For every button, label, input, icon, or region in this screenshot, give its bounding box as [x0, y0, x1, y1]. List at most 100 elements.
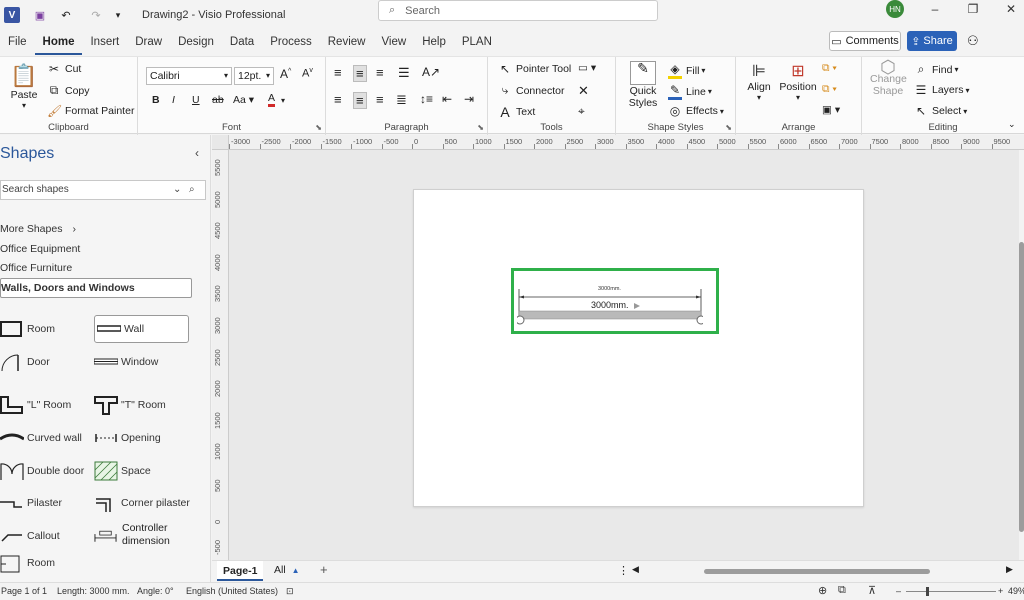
- fit-page-icon[interactable]: ⊕: [818, 584, 827, 597]
- underline-button[interactable]: U: [192, 94, 200, 106]
- stencil-office-equipment[interactable]: Office Equipment: [0, 243, 80, 255]
- connector-button[interactable]: ⤷ Connector: [498, 83, 565, 98]
- search-shapes-input[interactable]: Search shapes ⌄ ⌕: [0, 180, 206, 200]
- change-shape-button[interactable]: ⬡ Change Shape: [870, 58, 907, 97]
- zoom-slider-thumb[interactable]: [926, 587, 929, 596]
- collapse-pane-icon[interactable]: ‹: [195, 146, 199, 160]
- drawing-page[interactable]: [413, 189, 864, 507]
- more-options-icon[interactable]: ⋮: [618, 564, 629, 577]
- bold-button[interactable]: B: [152, 94, 160, 106]
- all-pages-button[interactable]: All ▲: [274, 564, 300, 576]
- tab-data[interactable]: Data: [222, 31, 262, 55]
- tab-help[interactable]: Help: [414, 31, 454, 55]
- select-button[interactable]: ↖ Select ▾: [914, 104, 967, 118]
- add-page-button[interactable]: +: [320, 562, 328, 577]
- position-button[interactable]: ⊞ Position ▾: [778, 61, 818, 102]
- format-painter-button[interactable]: 🖌 Format Painter: [47, 104, 134, 118]
- align-left-button[interactable]: ≡: [334, 92, 342, 107]
- tab-file[interactable]: File: [0, 31, 35, 55]
- zoom-out-icon[interactable]: –: [896, 586, 901, 596]
- zoom-in-icon[interactable]: +: [998, 586, 1003, 596]
- avatar[interactable]: HN: [886, 0, 904, 18]
- shape-room-2[interactable]: Room: [0, 549, 90, 577]
- line-button[interactable]: ✎ Line ▾: [668, 83, 712, 100]
- undo-icon[interactable]: ↶: [58, 7, 74, 23]
- strikethrough-button[interactable]: ab: [212, 94, 224, 106]
- increase-indent-button[interactable]: ⇥: [464, 92, 474, 106]
- italic-button[interactable]: I: [172, 94, 175, 106]
- tab-plan[interactable]: PLAN: [454, 31, 500, 55]
- paste-button[interactable]: 📋 Paste ▾: [10, 63, 38, 110]
- coauthor-icon[interactable]: ⚇: [967, 33, 979, 49]
- text-direction-button[interactable]: A↗: [422, 65, 440, 79]
- shape-t-room[interactable]: "T" Room: [94, 391, 189, 419]
- align-top-button[interactable]: ≡: [334, 65, 342, 80]
- shape-double-door[interactable]: Double door: [0, 457, 90, 485]
- shape-pilaster[interactable]: Pilaster: [0, 489, 90, 517]
- shrink-font-button[interactable]: Av: [302, 67, 313, 80]
- copy-button[interactable]: ⧉ Copy: [47, 83, 90, 98]
- change-case-button[interactable]: Aa ▾: [233, 94, 254, 106]
- shape-wall[interactable]: Wall: [94, 315, 189, 343]
- align-right-button[interactable]: ≡: [376, 92, 384, 107]
- bullets-button[interactable]: ☰: [398, 65, 410, 81]
- shape-corner-pilaster[interactable]: Corner pilaster: [94, 489, 194, 517]
- horizontal-scrollbar[interactable]: ◀ ▶: [632, 564, 1014, 576]
- fill-button[interactable]: ◈ Fill ▾: [668, 62, 705, 79]
- chevron-down-icon[interactable]: ⌄: [173, 181, 181, 199]
- restore-button[interactable]: ❐: [958, 0, 988, 18]
- tab-insert[interactable]: Insert: [82, 31, 127, 55]
- presentation-mode-icon[interactable]: ⊼: [868, 584, 876, 597]
- font-color-button[interactable]: A ▾: [268, 93, 285, 107]
- tab-view[interactable]: View: [373, 31, 414, 55]
- align-middle-button[interactable]: ≡: [353, 65, 367, 82]
- scroll-thumb[interactable]: [1019, 242, 1024, 532]
- effects-button[interactable]: ◎ Effects ▾: [668, 104, 724, 118]
- line-spacing-button[interactable]: ↕≡: [420, 92, 433, 106]
- find-button[interactable]: ⌕ Find ▾: [914, 62, 959, 77]
- layers-button[interactable]: ☰ Layers ▾: [914, 83, 970, 97]
- shape-controller-dimension-icon-holder[interactable]: [94, 522, 120, 550]
- search-icon[interactable]: ⌕: [189, 181, 195, 199]
- customize-quick-access-icon[interactable]: ▾: [110, 7, 126, 23]
- comments-button[interactable]: ▭ Comments: [829, 31, 901, 51]
- tab-design[interactable]: Design: [170, 31, 222, 55]
- group-button[interactable]: ▣ ▾: [822, 104, 840, 116]
- more-shapes[interactable]: More Shapes ›: [0, 223, 76, 235]
- delete-connector-button[interactable]: ✕: [578, 83, 589, 99]
- tab-home[interactable]: Home: [34, 31, 83, 55]
- stencil-walls-doors-windows[interactable]: Walls, Doors and Windows: [0, 278, 192, 298]
- send-backward-button[interactable]: ⧉ ▾: [822, 83, 837, 96]
- shape-door[interactable]: Door: [0, 348, 85, 376]
- shape-room[interactable]: Room: [0, 315, 85, 343]
- tab-process[interactable]: Process: [262, 31, 320, 55]
- cut-button[interactable]: ✂ Cut: [47, 62, 81, 76]
- switch-windows-icon[interactable]: ⧉: [838, 584, 846, 597]
- search-input[interactable]: ⌕ Search: [378, 0, 658, 21]
- align-bottom-button[interactable]: ≡: [376, 65, 384, 80]
- pointer-tool-button[interactable]: ↖ Pointer Tool: [498, 62, 571, 76]
- save-icon[interactable]: ▣: [32, 7, 48, 23]
- stencil-office-furniture[interactable]: Office Furniture: [0, 262, 72, 274]
- shape-controller-dimension-label[interactable]: Controller dimension: [122, 522, 178, 548]
- shape-space[interactable]: Space: [94, 457, 189, 485]
- shape-window[interactable]: Window: [94, 348, 189, 376]
- shape-callout[interactable]: Callout: [0, 522, 90, 550]
- tab-review[interactable]: Review: [320, 31, 374, 55]
- text-tool-button[interactable]: A Text: [498, 104, 535, 120]
- shape-curved-wall[interactable]: Curved wall: [0, 424, 90, 452]
- connection-point-button[interactable]: ⌖: [578, 104, 585, 119]
- font-size-select[interactable]: 12pt. ▾: [234, 67, 274, 85]
- justify-button[interactable]: ≣: [396, 92, 407, 108]
- grow-font-button[interactable]: A^: [280, 67, 291, 81]
- share-button[interactable]: ⇪ Share: [907, 31, 957, 51]
- macro-record-icon[interactable]: ⊡: [286, 586, 294, 597]
- zoom-level[interactable]: 49%: [1008, 586, 1024, 596]
- rectangle-tool-button[interactable]: ▭ ▾: [578, 62, 596, 74]
- scroll-left-icon[interactable]: ◀: [632, 564, 639, 575]
- align-center-button[interactable]: ≡: [353, 92, 367, 109]
- status-language[interactable]: English (United States): [186, 586, 278, 596]
- quick-styles-button[interactable]: ✎ Quick Styles: [624, 61, 662, 109]
- status-page[interactable]: Page 1 of 1: [1, 586, 47, 596]
- zoom-slider[interactable]: [906, 587, 996, 596]
